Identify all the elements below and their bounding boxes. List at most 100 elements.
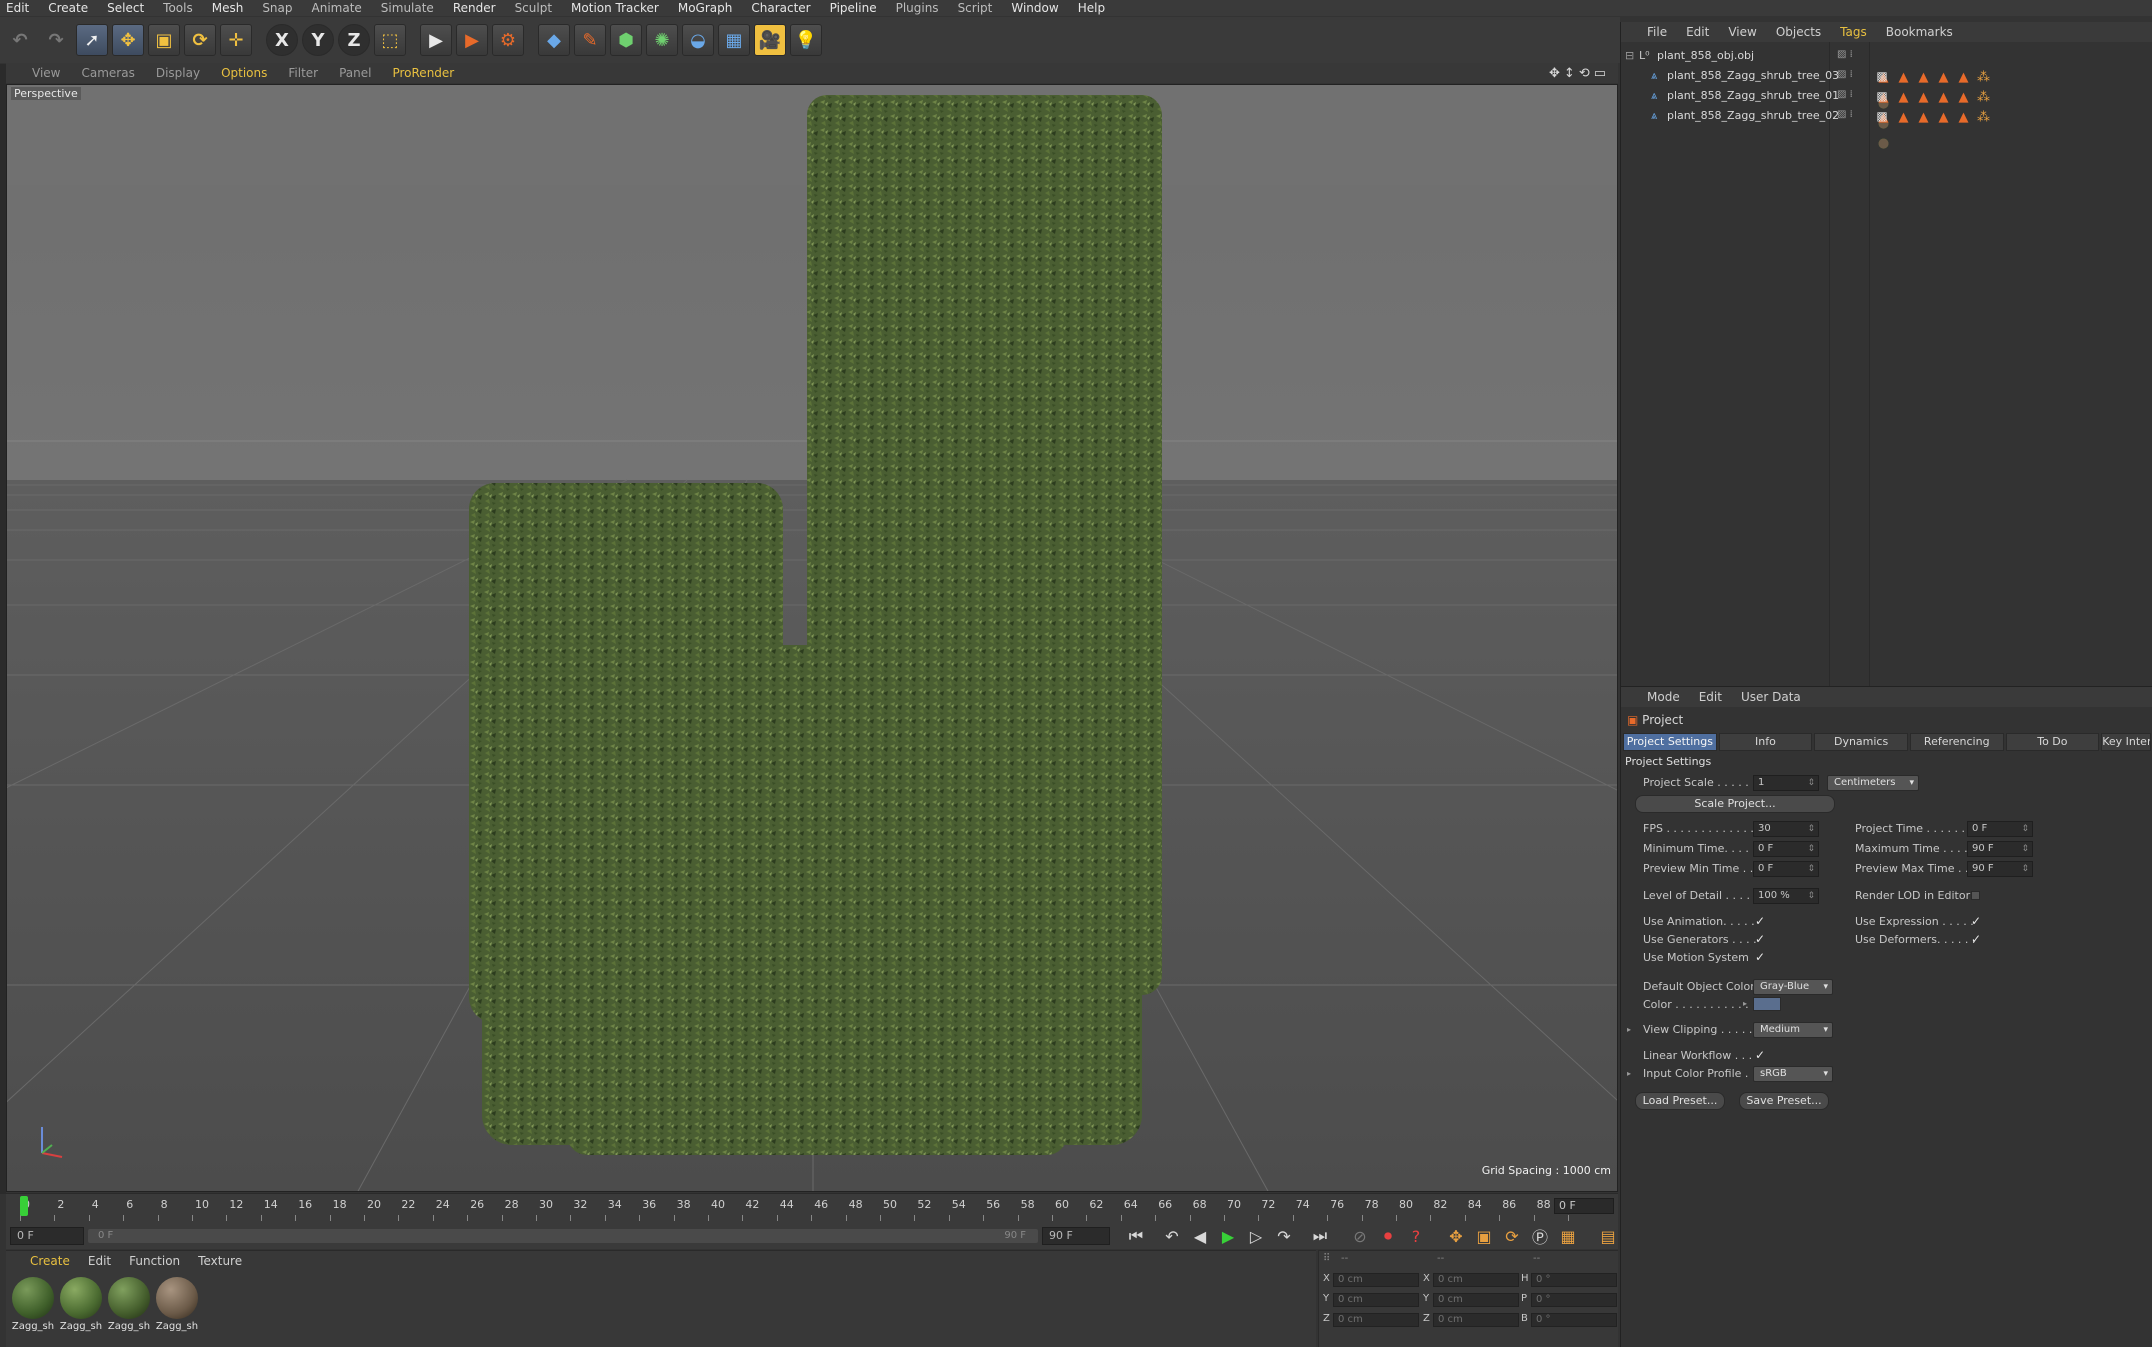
- play-icon[interactable]: ▶: [1216, 1225, 1240, 1247]
- attr-menu-edit[interactable]: Edit: [1699, 690, 1722, 704]
- scale-icon[interactable]: ▣: [148, 24, 180, 56]
- phong-tag-icon[interactable]: ▲: [1955, 69, 1972, 85]
- objects-menu-tags[interactable]: Tags: [1840, 25, 1867, 39]
- coordinate-system-icon[interactable]: ⬚: [374, 24, 406, 56]
- goto-end-icon[interactable]: ⏭: [1308, 1225, 1332, 1247]
- phong-tag-icon[interactable]: ▲: [1915, 89, 1932, 105]
- view-clipping-select[interactable]: Medium: [1753, 1022, 1833, 1038]
- camera-icon[interactable]: 🎥: [754, 24, 786, 56]
- phong-tag-icon[interactable]: ▲: [1915, 109, 1932, 125]
- playhead-marker[interactable]: [20, 1196, 28, 1216]
- rotation-b-field[interactable]: 0 °: [1531, 1313, 1617, 1327]
- cube-icon[interactable]: ◆: [538, 24, 570, 56]
- default-object-color-select[interactable]: Gray-Blue: [1753, 979, 1833, 995]
- current-frame-field[interactable]: 0 F: [1554, 1198, 1614, 1214]
- object-row-root[interactable]: ⊟ L⁰ plant_858_obj.obj ▨ ⁞: [1621, 46, 2152, 66]
- objects-menu-view[interactable]: View: [1728, 25, 1756, 39]
- material-menu-create[interactable]: Create: [30, 1254, 70, 1268]
- phong-tag-icon[interactable]: ▲: [1955, 109, 1972, 125]
- viewport-menu-view[interactable]: View: [32, 66, 60, 80]
- objects-menu-objects[interactable]: Objects: [1776, 25, 1821, 39]
- tab-referencing[interactable]: Referencing: [1909, 733, 2004, 751]
- menu-help[interactable]: Help: [1078, 1, 1105, 15]
- max-time-field[interactable]: 90 F ⇕: [1967, 841, 2033, 857]
- viewport-menu-prorender[interactable]: ProRender: [392, 66, 454, 80]
- timeline[interactable]: 0246810121416182022242628303234363840424…: [6, 1193, 1618, 1223]
- object-row[interactable]: ⩓ plant_858_Zagg_shrub_tree_01 ▨ ⁞ ▲ ● ▲…: [1621, 86, 2152, 131]
- visibility-toggle[interactable]: ▨ ⁞: [1837, 49, 1853, 60]
- viewport-nav-icons[interactable]: ✥↕⟲▭: [1549, 66, 1610, 81]
- selection-tag-icon[interactable]: ⁂: [1975, 89, 1992, 105]
- move-icon[interactable]: ✥: [112, 24, 144, 56]
- input-color-profile-select[interactable]: sRGB: [1753, 1066, 1833, 1082]
- previous-frame-icon[interactable]: ◀: [1188, 1225, 1212, 1247]
- position-z-field[interactable]: 0 cm: [1333, 1313, 1419, 1327]
- record-keys-icon[interactable]: ⊘: [1348, 1225, 1372, 1247]
- lod-field[interactable]: 100 % ⇕: [1753, 888, 1819, 904]
- menu-window[interactable]: Window: [1011, 1, 1058, 15]
- key-rotation-icon[interactable]: ⟳: [1500, 1225, 1524, 1247]
- viewport-menu-display[interactable]: Display: [156, 66, 200, 80]
- expand-arrow-icon[interactable]: ▸: [1627, 1025, 1631, 1034]
- fps-field[interactable]: 30 ⇕: [1753, 821, 1819, 837]
- menu-tools[interactable]: Tools: [163, 1, 193, 15]
- menu-render[interactable]: Render: [453, 1, 496, 15]
- objects-menu-file[interactable]: File: [1647, 25, 1667, 39]
- key-position-icon[interactable]: ✥: [1444, 1225, 1468, 1247]
- phong-tag-icon[interactable]: ▲: [1895, 69, 1912, 85]
- end-frame-field[interactable]: 90 F: [1042, 1227, 1110, 1245]
- render-view-icon[interactable]: ▶: [420, 24, 452, 56]
- phong-tag-icon[interactable]: ▲: [1895, 109, 1912, 125]
- stepper-icon[interactable]: ⇕: [1807, 776, 1815, 790]
- edit-render-settings-icon[interactable]: ⚙: [492, 24, 524, 56]
- project-scale-field[interactable]: 1 ⇕: [1753, 775, 1819, 791]
- attr-menu-user-data[interactable]: User Data: [1741, 690, 1801, 704]
- menu-motion-tracker[interactable]: Motion Tracker: [571, 1, 659, 15]
- stepper-icon[interactable]: ⇕: [2021, 842, 2029, 856]
- uvw-tag-icon[interactable]: ▩: [1875, 109, 1889, 123]
- menu-sculpt[interactable]: Sculpt: [515, 1, 552, 15]
- tab-key-interpolation[interactable]: Key Interp: [2101, 733, 2152, 751]
- visibility-toggle[interactable]: ▨ ⁞: [1837, 109, 1853, 120]
- collapse-icon[interactable]: ⊟: [1625, 49, 1634, 62]
- expand-arrow-icon[interactable]: ▸: [1743, 999, 1747, 1008]
- scale-project-button[interactable]: Scale Project...: [1635, 795, 1835, 813]
- stepper-icon[interactable]: ⇕: [1807, 862, 1815, 876]
- visibility-toggle[interactable]: ▨ ⁞: [1837, 89, 1853, 100]
- render-lod-checkbox[interactable]: [1971, 891, 1980, 900]
- phong-tag-icon[interactable]: ▲: [1955, 89, 1972, 105]
- material-menu-edit[interactable]: Edit: [88, 1254, 111, 1268]
- material-menu-function[interactable]: Function: [129, 1254, 180, 1268]
- linear-workflow-checkbox[interactable]: ✓: [1755, 1048, 1769, 1062]
- rotate-icon[interactable]: ⟳: [184, 24, 216, 56]
- viewport-menu-panel[interactable]: Panel: [339, 66, 371, 80]
- live-selection-icon[interactable]: ➚: [76, 24, 108, 56]
- z-axis-button[interactable]: Z: [338, 24, 370, 56]
- viewport-menu-options[interactable]: Options: [221, 66, 267, 80]
- size-x-field[interactable]: 0 cm: [1433, 1273, 1519, 1287]
- deformer-icon[interactable]: ◒: [682, 24, 714, 56]
- undo-icon[interactable]: ↶: [4, 24, 36, 56]
- autokeying-icon[interactable]: ⏺: [1376, 1225, 1400, 1247]
- material-swatch[interactable]: Zagg_sh: [58, 1277, 104, 1332]
- light-icon[interactable]: 💡: [790, 24, 822, 56]
- expand-arrow-icon[interactable]: ▸: [1627, 1069, 1631, 1078]
- stepper-icon[interactable]: ⇕: [1807, 822, 1815, 836]
- preview-range-slider[interactable]: 0 F 90 F: [88, 1229, 1038, 1243]
- position-x-field[interactable]: 0 cm: [1333, 1273, 1419, 1287]
- material-swatch[interactable]: Zagg_sh: [106, 1277, 152, 1332]
- menu-plugins[interactable]: Plugins: [896, 1, 939, 15]
- uvw-tag-icon[interactable]: ▩: [1875, 89, 1889, 103]
- use-motion-system-checkbox[interactable]: ✓: [1755, 950, 1769, 964]
- object-row[interactable]: ⩓ plant_858_Zagg_shrub_tree_02 ▨ ⁞ ▲ ● ▲…: [1621, 106, 2152, 151]
- use-expression-checkbox[interactable]: ✓: [1971, 914, 1985, 928]
- menu-mesh[interactable]: Mesh: [212, 1, 244, 15]
- timeline-window-icon[interactable]: ▤: [1596, 1225, 1620, 1247]
- material-swatch[interactable]: Zagg_sh: [154, 1277, 200, 1332]
- menu-character[interactable]: Character: [751, 1, 810, 15]
- project-time-field[interactable]: 0 F ⇕: [1967, 821, 2033, 837]
- tab-to-do[interactable]: To Do: [2005, 733, 2100, 751]
- material-swatch[interactable]: Zagg_sh: [10, 1277, 56, 1332]
- keyframe-selection-icon[interactable]: ?: [1404, 1225, 1428, 1247]
- stepper-icon[interactable]: ⇕: [1807, 842, 1815, 856]
